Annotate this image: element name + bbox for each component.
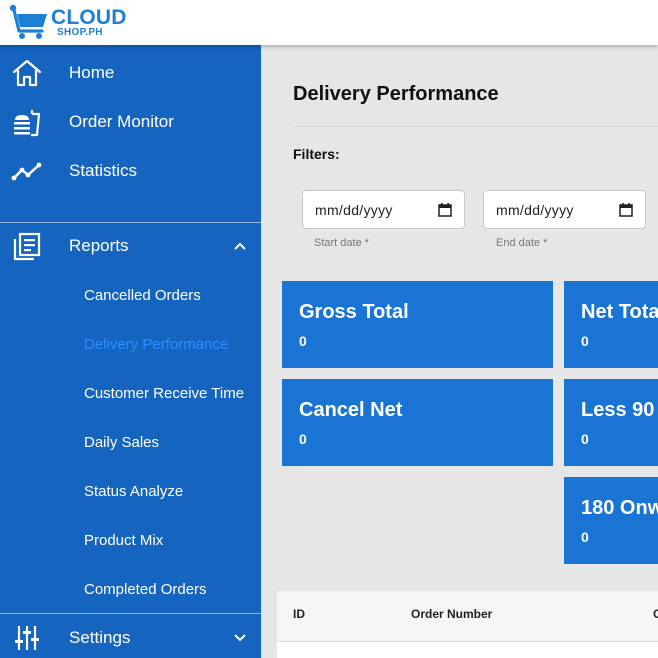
sidebar-subitem-delivery-performance[interactable]: Delivery Performance — [84, 336, 228, 353]
card-value: 0 — [299, 431, 307, 447]
start-date-input[interactable]: mm/dd/yyyy — [302, 190, 465, 229]
shopping-cart-icon — [9, 4, 47, 39]
card-title: 180 Onwards — [581, 497, 658, 519]
sidebar-item-label: Order Monitor — [69, 112, 174, 131]
sidebar-item-order-monitor[interactable]: Order Monitor — [0, 100, 261, 144]
page-title: Delivery Performance — [293, 83, 499, 105]
sidebar-item-label: Home — [69, 63, 115, 82]
calendar-icon[interactable] — [438, 203, 452, 217]
sidebar-subitem-customer-receive-time[interactable]: Customer Receive Time — [84, 385, 244, 402]
statistics-icon — [11, 162, 42, 181]
start-date-helper: Start date * — [314, 237, 370, 249]
chevron-up-icon[interactable] — [233, 239, 247, 253]
end-date-input[interactable]: mm/dd/yyyy — [483, 190, 646, 229]
title-divider — [293, 126, 658, 127]
chevron-down-icon[interactable] — [233, 631, 247, 645]
home-icon — [12, 59, 42, 87]
sidebar-item-settings[interactable]: Settings — [0, 616, 261, 658]
top-header: CLOUD SHOP.PH — [0, 0, 658, 45]
sidebar-item-label: Settings — [69, 628, 131, 647]
sidebar-divider — [0, 222, 261, 223]
main-content: Delivery Performance Filters: mm/dd/yyyy… — [261, 45, 658, 658]
card-title: Net Total — [581, 301, 658, 323]
sidebar-subitem-daily-sales[interactable]: Daily Sales — [84, 434, 159, 451]
brand-text: CLOUD SHOP.PH — [51, 7, 127, 38]
table-row — [277, 642, 658, 658]
sidebar-divider — [0, 613, 261, 614]
sidebar-subitem-cancelled-orders[interactable]: Cancelled Orders — [84, 287, 201, 304]
stat-card-less-90: Less 90 0 — [564, 379, 658, 466]
stat-card-gross-total: Gross Total 0 — [282, 281, 553, 368]
sidebar-subitem-product-mix[interactable]: Product Mix — [84, 532, 163, 549]
brand-subtitle: SHOP.PH — [57, 26, 103, 38]
card-title: Less 90 — [581, 399, 655, 421]
column-header-id[interactable]: ID — [293, 607, 305, 621]
sidebar-item-reports[interactable]: Reports — [0, 224, 261, 268]
card-title: Cancel Net — [299, 399, 403, 421]
column-header-order-number[interactable]: Order Number — [411, 607, 492, 621]
calendar-icon[interactable] — [619, 203, 633, 217]
end-date-helper: End date * — [496, 237, 548, 249]
sidebar: Home Order Monitor Statistics Reports Ca… — [0, 45, 261, 658]
brand-logo[interactable]: CLOUD SHOP.PH — [8, 3, 127, 41]
sidebar-item-statistics[interactable]: Statistics — [0, 149, 261, 193]
start-date-value: mm/dd/yyyy — [315, 202, 393, 218]
sidebar-item-label: Reports — [69, 236, 129, 255]
filters-label: Filters: — [293, 146, 340, 162]
sidebar-item-label: Statistics — [69, 161, 138, 180]
card-value: 0 — [299, 333, 307, 349]
card-value: 0 — [581, 431, 589, 447]
table-header: ID Order Number C — [277, 591, 658, 642]
stat-card-cancel-net: Cancel Net 0 — [282, 379, 553, 466]
stat-card-net-total: Net Total 0 — [564, 281, 658, 368]
card-title: Gross Total — [299, 301, 409, 323]
brand-title: CLOUD — [51, 5, 127, 29]
card-value: 0 — [581, 333, 589, 349]
settings-icon — [15, 626, 39, 650]
sidebar-subitem-status-analyze[interactable]: Status Analyze — [84, 483, 183, 500]
order-monitor-icon — [14, 110, 41, 137]
stat-card-180-onwards: 180 Onwards 0 — [564, 477, 658, 564]
end-date-value: mm/dd/yyyy — [496, 202, 574, 218]
card-value: 0 — [581, 529, 589, 545]
sidebar-item-home[interactable]: Home — [0, 51, 261, 95]
column-header-partial[interactable]: C — [653, 607, 658, 621]
sidebar-subitem-completed-orders[interactable]: Completed Orders — [84, 581, 207, 598]
reports-icon — [13, 232, 41, 261]
